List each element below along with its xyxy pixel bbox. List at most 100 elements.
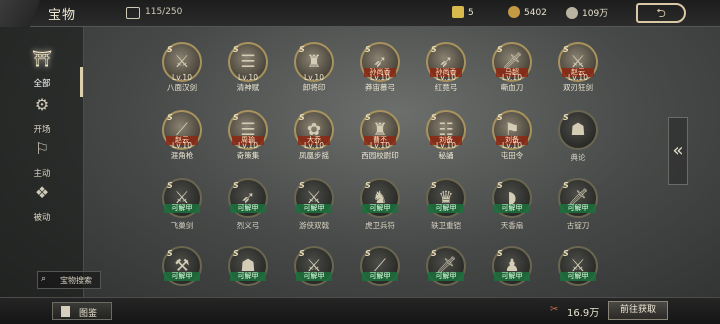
treasure-level: Lv.10 [436,141,456,150]
book-icon [61,306,70,317]
rank-badge: S [431,249,437,258]
rank-badge: S [497,45,503,54]
unlock-badge: 可解甲 [296,272,332,281]
treasure-search-button[interactable]: ⌕ 宝物搜索 [37,271,101,289]
active-skill-icon: ⚐ [34,139,50,158]
treasure-level: Lv.10 [370,73,390,82]
rank-badge: S [365,113,371,122]
treasure-portrait: ♟ S 可解甲 [492,246,532,286]
treasure-grid: ⚔ S Lv.10 八面汉剑 ☰ S Lv.10 清神赋 ♜ S Lv.10 卸将印 ➶ S 孙尚香 Lv.1… [150,40,630,300]
treasure-item[interactable]: ⚑ S 刘备 Lv.10 屯田令 [480,108,544,174]
treasure-name: 涯角枪 [170,151,194,160]
treasure-item[interactable]: ➶ S 可解甲 烈义弓 [216,176,280,242]
treasure-level: Lv.10 [502,73,522,82]
treasure-item[interactable]: ♛ S 可解甲轶卫重铠 [414,176,478,242]
rank-badge: S [563,181,569,190]
currency-amount: 16.9万 [567,308,600,319]
treasure-portrait: 🗡 S 可解甲 [426,246,466,286]
treasure-item[interactable]: ♞ S 可解甲 虎卫兵符 [348,176,412,242]
tab-all-label: 全部 [33,79,51,89]
treasure-item[interactable]: ⚔ S Lv.10 八面汉剑 [150,40,214,106]
seal-icon: ♜ [306,52,322,72]
rank-badge: S [365,45,371,54]
treasure-portrait: ♛ S 可解甲 [426,178,466,218]
unlock-badge: 可解甲 [428,272,464,281]
treasure-item[interactable]: ⚔ S 可解甲 飞巢剑 [150,176,214,242]
tab-all[interactable]: ⛩ 全部 [0,45,84,91]
treasure-name: 八面汉剑 [167,83,197,92]
treasure-item[interactable]: ⚔ S 可解甲 游侠双戟 [282,176,346,242]
collapse-arrow-button[interactable]: « [668,117,688,185]
resource-ticket[interactable]: 5 [452,6,474,18]
return-button[interactable]: ⮌ [636,3,686,23]
rank-badge: S [233,181,239,190]
treasure-item[interactable]: ⚔ S 赵云 Lv.10 双刃狂剑 [546,40,610,106]
copper-coin-icon [508,6,520,18]
treasure-item[interactable]: 🗡 S 可解甲 古锭刀 [546,176,610,242]
treasure-level: Lv.10 [238,73,258,82]
treasure-level: Lv.10 [172,73,192,82]
unlock-badge: 可解甲 [560,272,596,281]
treasure-name: 嘶血刀 [500,83,524,92]
treasure-name: 秘誦 [438,151,454,160]
atlas-button[interactable]: 图鉴 [52,302,112,320]
treasure-item[interactable]: ✿ S 大乔 Lv.10 凤凰步摇 [282,108,346,174]
treasure-item[interactable]: ☰ S 周瑜 Lv.10 奇策集 [216,108,280,174]
rank-badge: S [233,249,239,258]
tab-active-label: 主动 [33,169,51,179]
treasure-item[interactable]: ◗ S 可解甲 天香扇 [480,176,544,242]
unlock-badge: 可解甲 [164,272,200,281]
rank-badge: S [497,113,503,122]
treasure-name: 清神赋 [236,83,260,92]
unlock-badge: 可解甲 [230,272,266,281]
rank-badge: S [365,249,371,258]
rank-badge: S [299,249,305,258]
back-button[interactable] [0,0,40,27]
resource-copper-value: 5402 [524,8,547,18]
unlock-badge: 可解甲 [230,204,266,213]
treasure-name: 轶卫重铠 [431,221,461,230]
treasure-name: 烈义弓 [236,221,260,230]
treasure-item[interactable]: ☰ S Lv.10 清神赋 [216,40,280,106]
treasure-item[interactable]: ♜ S Lv.10 卸将印 [282,40,346,106]
tab-passive[interactable]: ❖ 被动 [0,179,84,225]
treasure-item[interactable]: ➶ S 孙尚香 Lv.10 莽宙慕弓 [348,40,412,106]
treasure-item[interactable]: ⟋ S 赵云 Lv.10 涯角枪 [150,108,214,174]
unlock-badge: 可解甲 [362,204,398,213]
tab-opening[interactable]: ⚙ 开场 [0,91,84,137]
rank-badge: S [167,181,173,190]
unlock-badge: 可解甲 [494,272,530,281]
treasure-item[interactable]: 🗡 S 马超 Lv.10 嘶血刀 [480,40,544,106]
treasure-item[interactable]: ☷ S 刘备 Lv.10 秘誦 [414,108,478,174]
rank-badge: S [167,45,173,54]
treasure-name: 奇策集 [236,151,260,160]
treasure-portrait: ⚔ S 可解甲 [294,246,334,286]
resource-copper[interactable]: 5402 [508,6,547,18]
treasure-name: 凤凰步摇 [299,151,329,160]
unlock-badge: 可解甲 [560,204,596,213]
treasure-portrait: ⟋ S 可解甲 [360,246,400,286]
treasure-item[interactable]: ☗ S 典论 [546,108,610,174]
category-sidebar: ⛩ 全部 ⚙ 开场 ⚐ 主动 ❖ 被动 [0,27,84,297]
resource-ticket-value: 5 [468,8,474,18]
rank-badge: S [299,181,305,190]
treasure-name: 飞巢剑 [170,221,194,230]
tab-opening-label: 开场 [33,125,51,135]
treasure-portrait: ◗ S 可解甲 [492,178,532,218]
resource-silver[interactable]: 109万 [566,6,608,19]
treasure-item[interactable]: ➶ S 孙尚香 Lv.10 红竟弓 [414,40,478,106]
rank-badge: S [497,181,503,190]
resource-silver-value: 109万 [582,9,609,19]
treasure-portrait: 🗡 S 可解甲 [558,178,598,218]
treasure-name: 典论 [570,153,586,162]
sword-icon: ⚔ [174,52,190,72]
treasure-portrait: ⚔ S 可解甲 [558,246,598,286]
tab-active[interactable]: ⚐ 主动 [0,135,84,181]
treasure-item[interactable]: ♜ S 曹丕 Lv.10 西园校尉印 [348,108,412,174]
silver-coin-icon [566,7,578,19]
rank-badge: S [431,45,437,54]
goto-obtain-button[interactable]: 前往获取 [608,301,668,320]
rank-badge: S [233,45,239,54]
unlock-badge: 可解甲 [428,204,464,213]
treasure-level: Lv.10 [370,141,390,150]
